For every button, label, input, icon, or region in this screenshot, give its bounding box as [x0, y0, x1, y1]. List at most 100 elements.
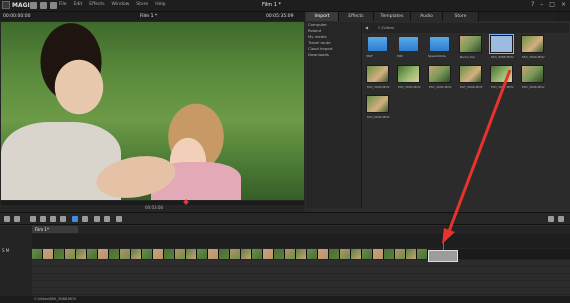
sidebar-item-downloads[interactable]: Downloads: [306, 52, 361, 58]
timeline-clip[interactable]: [153, 249, 164, 259]
media-item-label: MVI_3090.MOV: [522, 55, 545, 59]
timeline-clip[interactable]: [175, 249, 186, 259]
timeline-clip[interactable]: [373, 249, 384, 259]
menu-file[interactable]: File: [59, 2, 67, 7]
tab-templates[interactable]: Templates: [374, 12, 411, 21]
scrub-time: 00:03:08: [145, 205, 163, 210]
video-track[interactable]: [32, 249, 570, 259]
text-icon[interactable]: [94, 216, 100, 222]
tab-audio[interactable]: Audio: [411, 12, 443, 21]
media-item[interactable]: MVI_3097.MOV: [490, 65, 514, 89]
track-header[interactable]: S M: [2, 248, 9, 253]
maximize-icon[interactable]: □: [549, 1, 555, 8]
settings-icon[interactable]: [558, 216, 564, 222]
timeline-clip[interactable]: [241, 249, 252, 259]
new-file-icon[interactable]: [30, 2, 37, 9]
media-item[interactable]: MVI_3098.MOV: [521, 65, 545, 89]
timeline: Film 1* S M: [0, 226, 570, 303]
menu-window[interactable]: Window: [112, 2, 130, 7]
minimize-icon[interactable]: –: [540, 1, 543, 8]
timeline-clip[interactable]: [406, 249, 417, 259]
timeline-clip[interactable]: [351, 249, 362, 259]
timeline-clip[interactable]: [296, 249, 307, 259]
video-frame[interactable]: [1, 22, 304, 200]
timeline-clip[interactable]: [142, 249, 153, 259]
back-icon[interactable]: ◀: [365, 25, 368, 30]
timeline-clip[interactable]: [263, 249, 274, 259]
fullscreen-icon[interactable]: [548, 216, 554, 222]
scrubber-handle[interactable]: [183, 199, 189, 205]
timeline-clip[interactable]: [43, 249, 54, 259]
menu-edit[interactable]: Edit: [74, 2, 83, 7]
path-bar[interactable]: ◀ C:\Video: [363, 23, 569, 33]
marker-icon[interactable]: [104, 216, 110, 222]
timeline-clip[interactable]: [54, 249, 65, 259]
delete-icon[interactable]: [30, 216, 36, 222]
timeline-clip[interactable]: [197, 249, 208, 259]
timeline-clip[interactable]: [164, 249, 175, 259]
timeline-clip[interactable]: [252, 249, 263, 259]
timeline-clip[interactable]: [384, 249, 395, 259]
cut-icon[interactable]: [40, 216, 46, 222]
timeline-clip[interactable]: [417, 249, 428, 259]
timeline-clip[interactable]: [120, 249, 131, 259]
menu-store[interactable]: Store: [136, 2, 148, 7]
media-item[interactable]: MVI_3090.MOV: [521, 35, 545, 59]
media-item[interactable]: MVI_3095.MOV: [428, 65, 452, 89]
timeline-clip[interactable]: [32, 249, 43, 259]
media-pool: Import Effects Templates Audio Store Com…: [306, 12, 570, 212]
redo-icon[interactable]: [14, 216, 20, 222]
open-folder-icon[interactable]: [40, 2, 47, 9]
timeline-clip[interactable]: [285, 249, 296, 259]
timeline-clip[interactable]: [131, 249, 142, 259]
link-mode-icon[interactable]: [72, 216, 78, 222]
timeline-clip[interactable]: [318, 249, 329, 259]
timeline-clip[interactable]: [87, 249, 98, 259]
tab-effects[interactable]: Effects: [339, 12, 374, 21]
copy-icon[interactable]: [50, 216, 56, 222]
timeline-clip[interactable]: [329, 249, 340, 259]
media-item-label: MVI_3099.MOV: [367, 115, 390, 119]
tab-import[interactable]: Import: [306, 12, 339, 21]
drag-preview: [428, 250, 458, 262]
timeline-clip[interactable]: [340, 249, 351, 259]
media-item-selected[interactable]: MVI_3088.MOV: [489, 34, 514, 59]
timeline-clip[interactable]: [186, 249, 197, 259]
timeline-clip[interactable]: [307, 249, 318, 259]
media-item[interactable]: Berlin-trip: [459, 35, 482, 59]
media-item[interactable]: MVI_3094.MOV: [397, 65, 421, 89]
media-item[interactable]: MVI_3096.MOV: [459, 65, 483, 89]
media-item[interactable]: MVI_3099.MOV: [366, 95, 390, 119]
undo-icon[interactable]: [4, 216, 10, 222]
empty-tracks[interactable]: [32, 260, 570, 296]
timeline-clip[interactable]: [208, 249, 219, 259]
tab-store[interactable]: Store: [443, 12, 479, 21]
timeline-clip[interactable]: [109, 249, 120, 259]
timeline-clip[interactable]: [98, 249, 109, 259]
menu-help[interactable]: Help: [155, 2, 165, 7]
media-item[interactable]: MRI: [397, 35, 420, 58]
timeline-tab[interactable]: Film 1*: [32, 226, 78, 233]
paste-icon[interactable]: [60, 216, 66, 222]
edit-toolbar: [0, 212, 570, 225]
save-icon[interactable]: [50, 2, 57, 9]
media-item[interactable]: SpeedoRide: [428, 35, 451, 58]
timeline-clip[interactable]: [76, 249, 87, 259]
timeline-clip[interactable]: [395, 249, 406, 259]
menu-effects[interactable]: Effects: [89, 2, 104, 7]
zoom-icon[interactable]: [116, 216, 122, 222]
folder-icon: [399, 37, 418, 51]
help-icon[interactable]: ?: [531, 1, 534, 8]
media-item[interactable]: MVI_3093.MOV: [366, 65, 390, 89]
timeline-clip[interactable]: [219, 249, 230, 259]
media-item[interactable]: 360°: [366, 35, 389, 58]
close-icon[interactable]: ×: [561, 1, 566, 8]
preview-timebar: 00:00:00:00 Film 1 * 00:05:35:09: [0, 12, 305, 21]
panel-toggle-icon[interactable]: [556, 12, 570, 21]
timeline-clip[interactable]: [362, 249, 373, 259]
mouse-mode-icon[interactable]: [82, 216, 88, 222]
timeline-clip[interactable]: [230, 249, 241, 259]
timeline-clip[interactable]: [274, 249, 285, 259]
timeline-clip[interactable]: [65, 249, 76, 259]
timeline-ruler[interactable]: [32, 234, 570, 248]
